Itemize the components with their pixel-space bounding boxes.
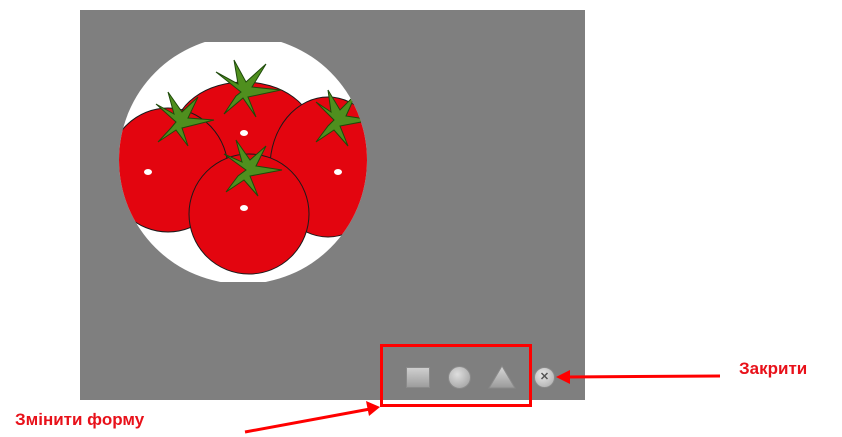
change-shape-arrow-head — [366, 401, 380, 416]
annotation-arrows — [244, 370, 721, 434]
change-shape-arrow — [244, 407, 371, 434]
close-arrow — [565, 374, 721, 379]
close-callout-label: Закрити — [739, 359, 808, 378]
change-shape-callout-label: Змінити форму — [15, 410, 145, 429]
close-arrow-head — [556, 370, 570, 384]
